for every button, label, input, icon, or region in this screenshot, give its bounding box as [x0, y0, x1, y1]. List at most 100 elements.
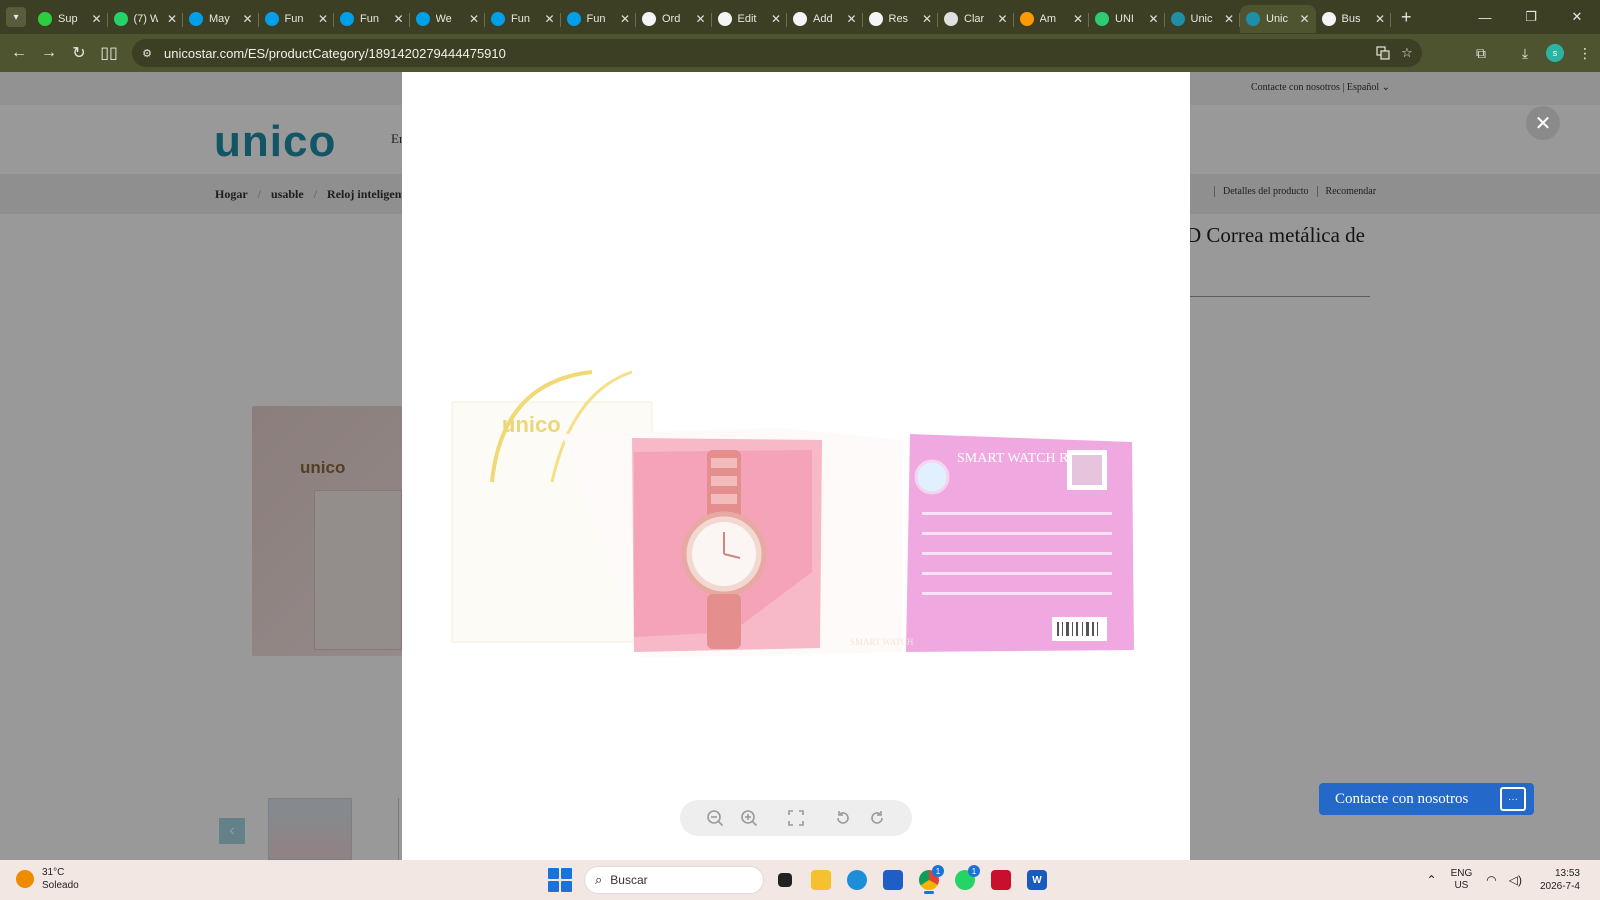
search-placeholder: Buscar — [610, 873, 648, 887]
browser-tab[interactable]: Unic ✕ — [1240, 5, 1316, 33]
close-tab-icon[interactable]: ✕ — [318, 12, 328, 26]
ws-icon — [264, 12, 279, 26]
browser-tab[interactable]: UNI ✕ — [1089, 5, 1165, 33]
bookmark-star-icon[interactable]: ☆ — [1398, 44, 1416, 62]
close-tab-icon[interactable]: ✕ — [242, 12, 252, 26]
close-tab-icon[interactable]: ✕ — [469, 12, 479, 26]
file-explorer-icon[interactable] — [806, 865, 836, 895]
close-tab-icon[interactable]: ✕ — [167, 12, 177, 26]
task-view-icon[interactable] — [770, 865, 800, 895]
close-tab-icon[interactable]: ✕ — [544, 12, 554, 26]
word-icon[interactable]: W — [1022, 865, 1052, 895]
close-tab-icon[interactable]: ✕ — [91, 12, 101, 26]
volume-icon[interactable]: ◁) — [1509, 873, 1522, 887]
ws-icon — [340, 12, 354, 26]
browser-tab[interactable]: Sup ✕ — [32, 5, 108, 33]
close-tab-icon[interactable]: ✕ — [1224, 12, 1234, 26]
close-window-button[interactable]: ✕ — [1554, 0, 1600, 34]
browser-tab[interactable]: Fun ✕ — [259, 5, 335, 33]
browser-tab[interactable]: Res ✕ — [863, 5, 939, 33]
clock[interactable]: 13:53 2026-7-4 — [1540, 867, 1580, 893]
restore-button[interactable]: ❐ — [1508, 0, 1554, 34]
close-tab-icon[interactable]: ✕ — [393, 12, 403, 26]
minimize-button[interactable]: — — [1462, 0, 1508, 34]
close-tab-icon[interactable]: ✕ — [620, 12, 630, 26]
browser-tab[interactable]: Ord ✕ — [636, 5, 712, 33]
contact-us-label: Contacte con nosotros — [1335, 790, 1469, 807]
document-icon — [642, 12, 656, 26]
browser-tab[interactable]: Unic ✕ — [1165, 5, 1241, 33]
close-tab-icon[interactable]: ✕ — [846, 12, 856, 26]
puzzle-icon — [1095, 12, 1109, 26]
whatsapp-icon — [113, 12, 128, 26]
close-tab-icon[interactable]: ✕ — [1073, 12, 1083, 26]
browser-tab[interactable]: Bus ✕ — [1316, 5, 1392, 33]
store-icon[interactable] — [878, 865, 908, 895]
tab-search-button[interactable]: ▾ — [6, 7, 26, 27]
close-tab-icon[interactable]: ✕ — [695, 12, 705, 26]
taskbar-search[interactable]: ⌕ Buscar — [584, 866, 764, 894]
tab-bar: ▾ Sup ✕ (7) W ✕ May ✕ Fun ✕ Fun ✕ We ✕ Fun ✕ Fun ✕ Ord ✕ E… — [0, 0, 1600, 34]
close-tab-icon[interactable]: ✕ — [771, 12, 781, 26]
browser-tab[interactable]: We ✕ — [410, 5, 486, 33]
address-bar[interactable]: ⚙ unicostar.com/ES/productCategory/18914… — [132, 39, 1422, 67]
browser-tab[interactable]: Edit ✕ — [712, 5, 788, 33]
rotate-right-icon[interactable] — [863, 804, 891, 832]
contact-us-button[interactable]: Contacte con nosotros ··· — [1319, 783, 1534, 815]
browser-tab[interactable]: May ✕ — [183, 5, 259, 33]
chevron-up-icon[interactable]: ⌃ — [1427, 873, 1437, 887]
edge-icon[interactable] — [842, 865, 872, 895]
profile-avatar[interactable]: s — [1546, 44, 1564, 62]
new-tab-button[interactable]: + — [1401, 7, 1412, 28]
browser-toolbar: ← → ↻ ▯▯ ⚙ unicostar.com/ES/productCateg… — [0, 34, 1600, 72]
clock-date: 2026-7-4 — [1539, 881, 1580, 892]
tab-title: Sup — [58, 13, 78, 25]
sun-icon — [16, 870, 34, 888]
close-tab-icon[interactable]: ✕ — [1375, 12, 1385, 26]
close-tab-icon[interactable]: ✕ — [997, 12, 1007, 26]
reload-button[interactable]: ↻ — [64, 38, 94, 68]
viewer-toolbar — [680, 800, 912, 836]
close-tab-icon[interactable]: ✕ — [922, 12, 932, 26]
ws-icon — [491, 12, 505, 26]
back-button[interactable]: ← — [4, 38, 34, 68]
wifi-icon[interactable]: ◠ — [1486, 873, 1496, 887]
image-viewer: unico SMART WATCH R8 SMART WATCH — [402, 72, 1190, 860]
app-icon[interactable] — [986, 865, 1016, 895]
browser-tab[interactable]: (7) W ✕ — [108, 5, 184, 33]
language-indicator[interactable]: ENG US — [1451, 868, 1473, 892]
browser-tab[interactable]: Fun ✕ — [561, 5, 637, 33]
forward-button[interactable]: → — [34, 38, 64, 68]
browser-tab[interactable]: Fun ✕ — [485, 5, 561, 33]
download-icon[interactable]: ⤓ — [1510, 38, 1540, 68]
system-tray: ⌃ ENG US ◠ ◁) 13:53 2026-7-4 — [1421, 860, 1580, 900]
site-info-icon[interactable]: ⚙ — [138, 44, 156, 62]
close-viewer-button[interactable]: ✕ — [1526, 106, 1560, 140]
fullscreen-icon[interactable] — [782, 804, 810, 832]
browser-tab[interactable]: Clar ✕ — [938, 5, 1014, 33]
browser-tab[interactable]: Am ✕ — [1014, 5, 1090, 33]
toolbar-right: ⧉ ⤓ s ⋮ — [1466, 34, 1600, 72]
menu-kebab-icon[interactable]: ⋮ — [1570, 38, 1600, 68]
tab-title: Bus — [1341, 13, 1361, 25]
weather-temp: 31°C — [42, 867, 65, 878]
zoom-in-icon[interactable] — [735, 804, 763, 832]
weather-widget[interactable]: 31°C Soleado — [16, 866, 79, 892]
close-tab-icon[interactable]: ✕ — [1148, 12, 1158, 26]
search-icon: ⌕ — [595, 872, 603, 887]
rotate-left-icon[interactable] — [829, 804, 857, 832]
whatsapp-icon[interactable]: 1 — [950, 865, 980, 895]
translate-icon[interactable] — [1374, 44, 1392, 62]
browser-tab[interactable]: Fun ✕ — [334, 5, 410, 33]
lang-line1: ENG — [1450, 868, 1473, 879]
zoom-out-icon[interactable] — [701, 804, 729, 832]
url-text[interactable]: unicostar.com/ES/productCategory/1891420… — [164, 46, 506, 61]
extensions-icon[interactable]: ⧉ — [1466, 38, 1496, 68]
start-button[interactable] — [548, 868, 572, 892]
tab-title: Add — [813, 13, 833, 25]
chrome-icon[interactable]: 1 — [914, 865, 944, 895]
split-view-button[interactable]: ▯▯ — [94, 38, 124, 68]
lang-line2: US — [1454, 880, 1469, 891]
close-tab-icon[interactable]: ✕ — [1299, 12, 1309, 26]
browser-tab[interactable]: Add ✕ — [787, 5, 863, 33]
